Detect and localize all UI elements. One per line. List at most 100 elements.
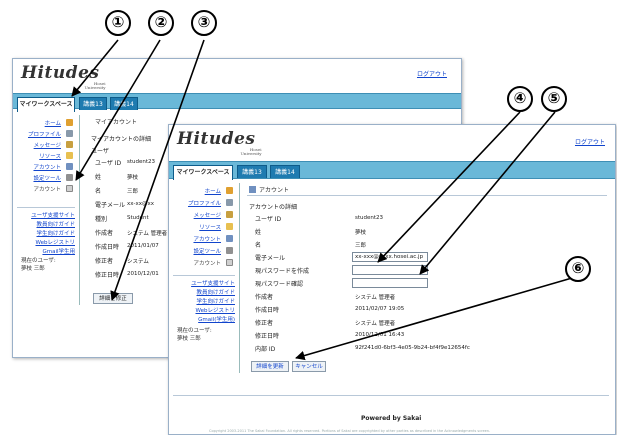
front-current-user: 現在のユーザ: 夢枝 三郎 (177, 327, 212, 343)
detail-value: 夢枝 (127, 175, 139, 181)
sidebar-item-account[interactable]: アカウント (33, 163, 61, 171)
link-user-support[interactable]: ユーザ支援サイト (17, 211, 75, 220)
tab-course-14[interactable]: 講義14 (110, 97, 138, 110)
update-details-button[interactable]: 詳細を更新 (251, 361, 289, 372)
account-icon (66, 163, 73, 170)
link-student-guide[interactable]: 学生向けガイド (17, 229, 75, 238)
tab-course-13[interactable]: 講義13 (79, 97, 107, 110)
account-icon (226, 235, 233, 242)
detail-value: 2011/02/07 19:05 (355, 306, 405, 312)
detail-value: Student (127, 215, 149, 221)
detail-label: 修正者 (95, 258, 114, 265)
front-tabbar: マイワークスペース 講義13 講義14 (169, 161, 615, 180)
new-password-input[interactable] (352, 265, 428, 275)
sidebar-item-profile[interactable]: プロファイル (28, 130, 61, 138)
detail-label: 作成日時 (95, 244, 120, 251)
detail-value: xx-xxx@xxxx.hosei.ac.jp (355, 254, 424, 260)
cancel-button[interactable]: キャンセル (292, 361, 326, 372)
link-gmail[interactable]: Gmail(学生用) (173, 315, 235, 324)
confirm-password-input[interactable] (352, 278, 428, 288)
detail-value: 夢枝 (355, 230, 367, 236)
front-links: ユーザ支援サイト 教員向けガイド 学生向けガイド Webレジストリ Gmail(… (173, 279, 235, 324)
detail-value: システム 管理者 (355, 321, 396, 327)
detail-value: student23 (127, 159, 156, 165)
sidebar-item-settings[interactable]: 設定ツール (33, 174, 61, 182)
link-user-support[interactable]: ユーザ支援サイト (173, 279, 235, 288)
callout-5: ⑤ (541, 86, 567, 112)
callout-3: ③ (191, 10, 217, 36)
back-sidebar-divider (17, 207, 75, 208)
detail-label: 名 (95, 188, 102, 195)
logo-sub: Hosei University (84, 81, 106, 90)
current-user-label: 現在のユーザ: (177, 328, 212, 334)
link-gmail[interactable]: Gmail学生用 (17, 247, 75, 256)
back-section: ユーザ (91, 148, 109, 155)
front-window: Hitudes Hosei University ログアウト マイワークスペース… (168, 124, 616, 435)
detail-label: 名 (255, 242, 262, 249)
detail-label: 作成日時 (255, 307, 280, 314)
back-tabbar: マイワークスペース 講義13 講義14 (13, 93, 461, 112)
detail-label: 現パスワード確認 (255, 281, 304, 288)
powered-by: Powered by Sakai (361, 415, 422, 422)
detail-value: システム (127, 259, 149, 265)
account-page-icon (249, 186, 256, 193)
back-logo: Hitudes Hosei University (21, 63, 106, 90)
sidebar-item-account[interactable]: アカウント (193, 235, 221, 243)
link-teacher-guide[interactable]: 教員向けガイド (173, 288, 235, 297)
back-heading: マイアカウントの詳細 (91, 136, 152, 143)
callout-4: ④ (507, 86, 533, 112)
link-web-registry[interactable]: Webレジストリ (17, 238, 76, 247)
sidebar-item-home[interactable]: ホーム (45, 119, 61, 127)
detail-label: 電子メール (255, 255, 286, 262)
detail-label: 作成者 (95, 230, 114, 237)
person-icon (66, 185, 73, 192)
detail-label: ユーザ ID (95, 160, 122, 167)
sidebar-item-messages[interactable]: メッセージ (34, 141, 61, 149)
detail-value: 三郎 (127, 189, 139, 195)
folder-icon (226, 223, 233, 230)
folder-icon (66, 152, 73, 159)
front-heading: アカウントの詳細 (249, 204, 298, 211)
sidebar-item-resources[interactable]: リソース (199, 223, 221, 231)
current-user-name: 夢枝 三郎 (21, 266, 45, 272)
profile-icon (66, 130, 73, 137)
tab-my-workspace[interactable]: マイワークスペース (17, 97, 75, 112)
front-sidebar-divider (173, 275, 235, 276)
back-edit-button[interactable]: 詳細を修正 (93, 293, 133, 304)
settings-icon (66, 174, 73, 181)
tab-my-workspace[interactable]: マイワークスペース (173, 165, 233, 180)
detail-value: 三郎 (355, 243, 367, 249)
detail-label: 内部 ID (255, 346, 276, 353)
copyright: Copyright 2003-2011 The Sakai Foundation… (209, 429, 491, 433)
sidebar-item-messages[interactable]: メッセージ (194, 211, 221, 219)
link-teacher-guide[interactable]: 教員向けガイド (17, 220, 75, 229)
profile-icon (226, 199, 233, 206)
tab-course-14[interactable]: 講義14 (270, 165, 300, 178)
front-content-divider (239, 183, 240, 373)
tab-course-13[interactable]: 講義13 (237, 165, 267, 178)
link-student-guide[interactable]: 学生向けガイド (173, 297, 235, 306)
back-logout-link[interactable]: ログアウト (417, 69, 447, 78)
detail-label: 修正日時 (255, 333, 280, 340)
front-logout-link[interactable]: ログアウト (575, 137, 605, 146)
front-title-rule (247, 195, 607, 196)
sidebar-item-home[interactable]: ホーム (205, 187, 221, 195)
detail-value: 2010/12/01 16:43 (355, 332, 405, 338)
back-sidebar: ホーム プロファイル メッセージ リソース アカウント 設定ツール アカウント (13, 117, 75, 197)
detail-label: 電子メール (95, 202, 126, 209)
callout-2: ② (148, 10, 174, 36)
detail-value: 2010/12/01 (127, 271, 159, 277)
sidebar-item-resources[interactable]: リソース (39, 152, 61, 160)
link-web-registry[interactable]: Webレジストリ (173, 306, 236, 315)
screenshot-stage: Hitudes Hosei University ログアウト マイワークスペース… (0, 0, 617, 435)
sidebar-item-profile[interactable]: プロファイル (188, 199, 221, 207)
messages-icon (66, 141, 73, 148)
sidebar-item-settings[interactable]: 設定ツール (193, 247, 221, 255)
callout-1: ① (105, 10, 131, 36)
current-user-label: 現在のユーザ: (21, 258, 56, 264)
person-icon (226, 259, 233, 266)
settings-icon (226, 247, 233, 254)
sidebar-item-account-current: アカウント (193, 261, 221, 267)
back-current-user: 現在のユーザ: 夢枝 三郎 (21, 257, 56, 273)
messages-icon (226, 211, 233, 218)
